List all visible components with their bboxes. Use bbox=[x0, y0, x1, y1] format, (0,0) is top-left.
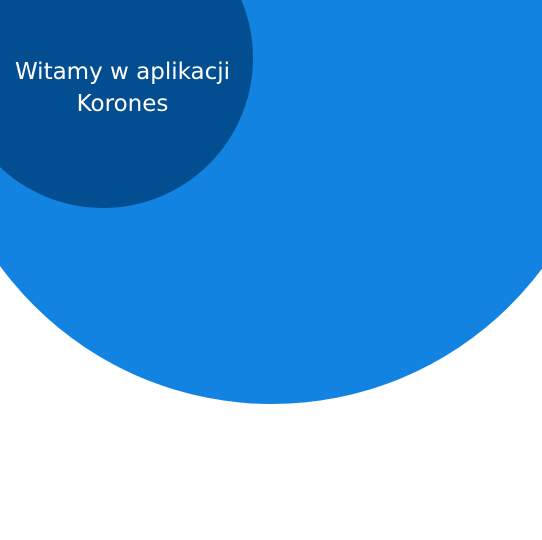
welcome-screen: Witamy w aplikacji Korones bbox=[0, 0, 542, 540]
welcome-heading: Witamy w aplikacji Korones bbox=[0, 56, 245, 120]
app-name: Korones bbox=[76, 91, 169, 117]
welcome-line-1: Witamy w aplikacji bbox=[14, 59, 231, 85]
